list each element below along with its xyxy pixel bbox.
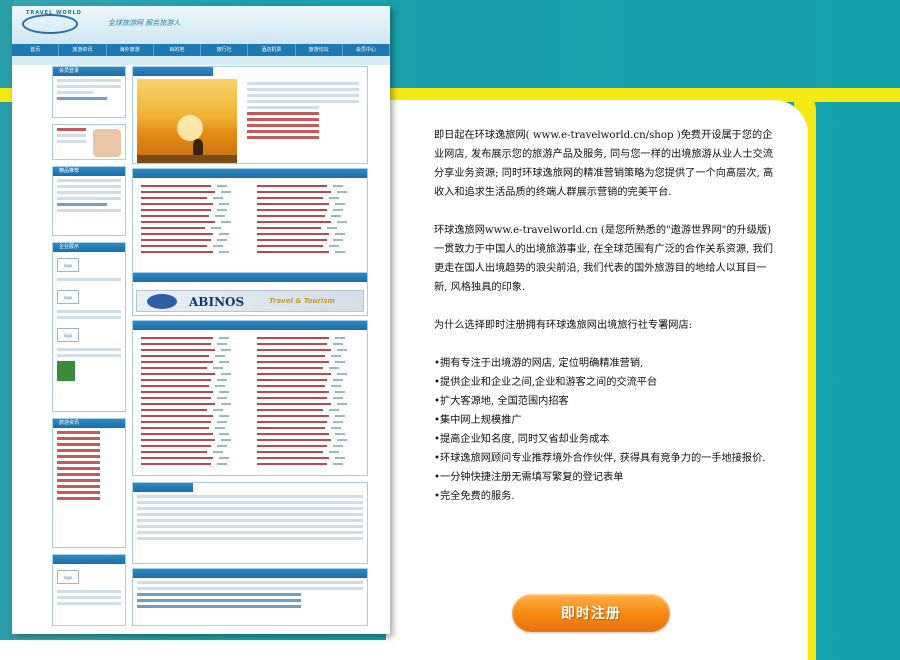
preview-sidebar: 会员登录 精品推荐 企业展示 logo logo logo 旅游资讯 logo: [52, 66, 128, 626]
preview-box-header: [133, 483, 193, 492]
preview-table-box: [132, 482, 368, 564]
preview-nav-item: 目的地: [154, 44, 201, 56]
preview-slogan: 全球旅游网 服务旅游人: [108, 19, 181, 27]
benefit-item: •提高企业知名度, 同时又省却业务成本: [434, 434, 610, 445]
abinos-brand: ABINOS: [189, 295, 245, 309]
preview-nav-item: 会员中心: [343, 44, 390, 56]
preview-nav-item: 旅游资讯: [59, 44, 107, 56]
preview-subnav: [12, 56, 390, 65]
preview-header: TRAVEL WORLD 全球旅游网 服务旅游人: [12, 6, 390, 44]
preview-box-header: 会员登录: [53, 67, 125, 76]
preview-box-header: 旅游资讯: [53, 419, 125, 428]
preview-box-header: [133, 169, 367, 178]
preview-box-header: [133, 273, 367, 282]
intro-content: 即日起在环球逸旅网( www.e-travelworld.cn/shop )免费…: [434, 126, 774, 506]
preview-news-box: 旅游资讯: [52, 418, 126, 548]
preview-nav-item: 旅游论坛: [296, 44, 343, 56]
preview-login-box: 会员登录: [52, 66, 126, 118]
preview-box-header: [133, 569, 367, 578]
preview-sunset-photo: [137, 79, 237, 163]
benefit-item: •拥有专注于出境游的网店, 定位明确精准营销,: [434, 358, 644, 369]
intro-paragraph-2: 环球逸旅网www.e-travelworld.cn (是您所熟悉的"遨游世界网"…: [434, 225, 773, 293]
benefit-item: •集中网上规模推广: [434, 415, 522, 426]
bottom-white-strip: [0, 640, 400, 660]
preview-logo: [22, 14, 78, 34]
preview-nav-bar: 首页 旅游资讯 海外旅游 目的地 旅行社 酒店机票 旅游论坛 会员中心: [12, 44, 390, 56]
preview-links-box: logo: [52, 554, 126, 626]
intro-paragraph-1: 即日起在环球逸旅网( www.e-travelworld.cn/shop )免费…: [434, 130, 774, 198]
preview-abinos-banner: ABINOS Travel & Tourism: [136, 290, 364, 312]
benefit-item: •提供企业和企业之间,企业和游客之间的交流平台: [434, 377, 658, 388]
benefit-item: •完全免费的服务.: [434, 491, 515, 502]
preview-box-header: [133, 67, 213, 76]
preview-main-column: ABINOS Travel & Tourism: [132, 66, 368, 626]
preview-box-header: 精品推荐: [53, 167, 125, 176]
preview-list-box: [132, 168, 368, 276]
benefit-item: •环球逸旅网顾问专业推荐境外合作伙伴, 获得具有竞争力的一手地接报价.: [434, 453, 766, 464]
preview-box-header: [133, 321, 367, 330]
preview-logo-placeholder: logo: [57, 570, 79, 584]
preview-company-box: 企业展示 logo logo logo: [52, 242, 126, 412]
register-now-button[interactable]: 即时注册: [512, 594, 670, 632]
preview-box-header: 企业展示: [53, 243, 125, 252]
website-preview-screenshot: TRAVEL WORLD 全球旅游网 服务旅游人 首页 旅游资讯 海外旅游 目的…: [12, 6, 390, 634]
abinos-logo: [147, 294, 177, 309]
preview-promo-box: [52, 124, 126, 160]
preview-feature-box: [132, 66, 368, 164]
benefit-item: •一分钟快捷注册无需填写繁复的登记表单: [434, 472, 624, 483]
preview-logo-text: TRAVEL WORLD: [26, 10, 82, 16]
preview-routes-box: [132, 320, 368, 476]
abinos-tagline: Travel & Tourism: [269, 297, 335, 305]
preview-logo-placeholder: logo: [57, 328, 79, 342]
preview-search-form: [132, 568, 368, 626]
preview-box-header: [53, 555, 125, 564]
preview-nav-item: 海外旅游: [107, 44, 154, 56]
preview-nav-item: 首页: [12, 44, 60, 56]
preview-logo-placeholder: logo: [57, 258, 79, 272]
benefit-item: •扩大客源地, 全国范围内招客: [434, 396, 569, 407]
register-now-label: 即时注册: [561, 606, 621, 622]
preview-nav-item: 酒店机票: [248, 44, 296, 56]
why-choose-question: 为什么选择即时注册拥有环球逸旅网出境旅行社专署网店:: [434, 320, 693, 331]
preview-logo-placeholder: logo: [57, 290, 79, 304]
preview-search-box: 精品推荐: [52, 166, 126, 236]
preview-nav-item: 旅行社: [201, 44, 249, 56]
